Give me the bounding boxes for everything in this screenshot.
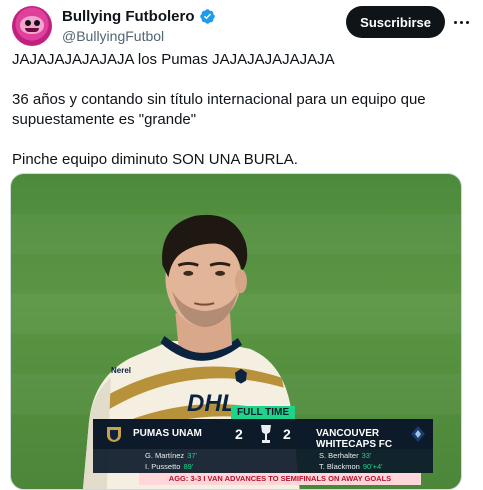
aggregate-banner: AGG: 3-3 I VAN ADVANCES TO SEMIFINALS ON…	[139, 473, 421, 485]
scorer-name: S. Berhalter	[319, 451, 359, 460]
avatar-eye-right	[34, 20, 40, 26]
full-time-badge: FULL TIME	[231, 406, 296, 420]
scorer-name: T. Blackmon	[319, 462, 360, 471]
avatar[interactable]	[12, 6, 52, 46]
author-handle[interactable]: @BullyingFutbol	[62, 28, 164, 44]
scorer-name: G. Martínez	[145, 451, 185, 460]
scoreboard: PUMAS UNAM 2 2 VANCOUVER WHITECAPS FC	[93, 419, 433, 450]
shirt-brand: Nerel	[111, 366, 132, 375]
scorer-minute: 33'	[361, 451, 372, 460]
home-scorer: I. Pussetto 89'	[145, 462, 193, 471]
more-dot	[459, 20, 463, 24]
scorer-minute: 37'	[187, 451, 197, 460]
tweet-paragraph: JAJAJAJAJAJAJA los Pumas JAJAJAJAJAJAJA	[12, 51, 335, 68]
away-score: 2	[283, 426, 291, 442]
more-dot	[453, 20, 457, 24]
pumas-crest-icon	[107, 427, 121, 442]
more-dot	[465, 20, 469, 24]
avatar-eye-left	[25, 20, 31, 26]
tweet-text: JAJAJAJAJAJAJA los Pumas JAJAJAJAJAJAJA …	[12, 50, 467, 190]
whitecaps-crest-icon	[411, 426, 425, 442]
author-display-name[interactable]: Bullying Futbolero	[62, 8, 195, 25]
home-scorer: G. Martínez 37'	[145, 451, 197, 460]
tweet-header: Bullying Futbolero @BullyingFutbol Suscr…	[12, 6, 471, 50]
tweet-paragraph: 36 años y contando sin título internacio…	[12, 91, 426, 128]
scorers-panel: G. Martínez 37' I. Pussetto 89' S. Berhalt…	[93, 449, 433, 473]
home-team-name: PUMAS UNAM	[133, 428, 202, 439]
shirt-sponsor: DHL	[187, 390, 237, 417]
verified-badge-icon	[199, 9, 215, 24]
away-scorer: T. Blackmon 90'+4'	[319, 462, 383, 471]
cup-icon	[261, 425, 271, 443]
subscribe-button[interactable]: Suscribirse	[346, 6, 445, 38]
author-name-row: Bullying Futbolero	[62, 8, 216, 25]
tweet-media-image[interactable]: DHL Nerel FULL TIME PUMAS UNAM 2 2 VANCO…	[10, 173, 462, 490]
scorer-name: I. Pussetto	[145, 462, 181, 471]
home-score: 2	[235, 426, 243, 442]
away-scorer: S. Berhalter 33'	[319, 451, 371, 460]
tweet-paragraph: Pinche equipo diminuto SON UNA BURLA.	[12, 151, 298, 168]
more-icon[interactable]	[451, 12, 471, 32]
scorer-minute: 89'	[183, 462, 194, 471]
scorer-minute: 90'+4'	[362, 462, 383, 471]
avatar-mouth	[25, 28, 39, 32]
